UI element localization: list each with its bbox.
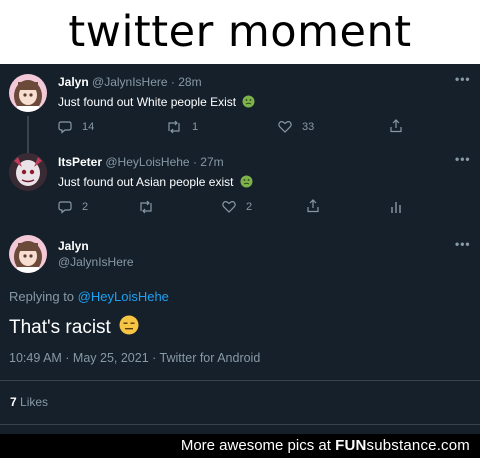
main-tweet-body: That's racist xyxy=(9,315,139,341)
divider xyxy=(0,380,480,381)
reply-icon xyxy=(58,121,72,134)
share-button[interactable] xyxy=(306,199,320,213)
like-count: 2 xyxy=(246,200,253,213)
replying-to-line: Replying to @HeyLoisHehe xyxy=(9,289,169,304)
user-handle[interactable]: @JalynIsHere xyxy=(58,255,134,269)
watermark-brand-rest: substance.com xyxy=(366,437,470,454)
retweet-button[interactable]: 1 xyxy=(166,120,198,134)
tweet-meta: 10:49 AM · May 25, 2021 · Twitter for An… xyxy=(9,351,261,365)
avatar[interactable] xyxy=(9,153,47,191)
like-button[interactable]: 33 xyxy=(278,120,314,133)
tweet-header: ItsPeter @HeyLoisHehe · 27m xyxy=(58,155,224,169)
main-tweet-handle: @JalynIsHere xyxy=(58,255,134,269)
watermark-brand: FUNsubstance.com xyxy=(335,437,470,454)
avatar[interactable] xyxy=(9,235,47,273)
user-handle[interactable]: @JalynIsHere xyxy=(92,75,168,89)
nauseated-face-icon xyxy=(242,95,255,111)
tweet-body: Just found out Asian people exist xyxy=(58,175,253,191)
reply-icon xyxy=(58,201,72,214)
share-icon xyxy=(390,119,402,133)
tweet-text: That's racist xyxy=(9,317,111,339)
analytics-button[interactable] xyxy=(389,200,403,214)
divider xyxy=(0,424,480,425)
retweet-button[interactable] xyxy=(138,200,164,214)
display-name[interactable]: Jalyn xyxy=(58,239,89,253)
meme-caption: twitter moment xyxy=(0,0,480,64)
tweet-timestamp[interactable]: · 27m xyxy=(193,155,224,169)
expressionless-face-icon xyxy=(119,315,139,341)
analytics-icon xyxy=(391,202,401,213)
reply-button[interactable]: 2 xyxy=(58,200,88,214)
watermark-brand-bold: FUN xyxy=(335,437,367,454)
main-tweet-name: Jalyn xyxy=(58,239,89,253)
replying-to-label: Replying to xyxy=(9,289,75,304)
display-name[interactable]: ItsPeter xyxy=(58,155,102,169)
retweet-icon xyxy=(140,200,152,214)
share-icon xyxy=(307,199,319,213)
reply-button[interactable]: 14 xyxy=(58,120,94,134)
retweet-icon xyxy=(168,120,180,134)
likes-count: 7 xyxy=(10,395,17,409)
replying-to-link[interactable]: @HeyLoisHehe xyxy=(78,289,169,304)
more-icon[interactable]: ••• xyxy=(455,237,471,251)
like-icon xyxy=(222,201,236,213)
watermark-footer: More awesome pics at FUNsubstance.com xyxy=(0,434,480,458)
display-name[interactable]: Jalyn xyxy=(58,75,89,89)
tweet-timestamp[interactable]: · 28m xyxy=(171,75,202,89)
share-button[interactable] xyxy=(389,119,403,133)
like-count: 33 xyxy=(302,120,315,133)
like-button[interactable]: 2 xyxy=(222,200,252,213)
tweet-header: Jalyn @JalynIsHere · 28m xyxy=(58,75,202,89)
avatar[interactable] xyxy=(9,74,47,112)
like-icon xyxy=(278,121,292,133)
likes-label: Likes xyxy=(20,395,49,409)
more-icon[interactable]: ••• xyxy=(455,72,471,86)
thread-connector xyxy=(27,116,29,156)
more-icon[interactable]: ••• xyxy=(455,152,471,166)
twitter-thread-screen: Jalyn @JalynIsHere · 28m ••• Just found … xyxy=(0,64,480,434)
tweet-text: Just found out Asian people exist xyxy=(58,175,234,190)
tweet-body: Just found out White people Exist xyxy=(58,95,255,111)
retweet-count: 1 xyxy=(192,121,199,133)
likes-summary[interactable]: 7 Likes xyxy=(10,395,48,409)
reply-count: 14 xyxy=(82,121,95,133)
nauseated-face-icon xyxy=(240,175,253,191)
reply-count: 2 xyxy=(82,201,89,213)
watermark-prefix: More awesome pics at xyxy=(180,437,331,454)
user-handle[interactable]: @HeyLoisHehe xyxy=(105,155,189,169)
tweet-text: Just found out White people Exist xyxy=(58,95,237,110)
